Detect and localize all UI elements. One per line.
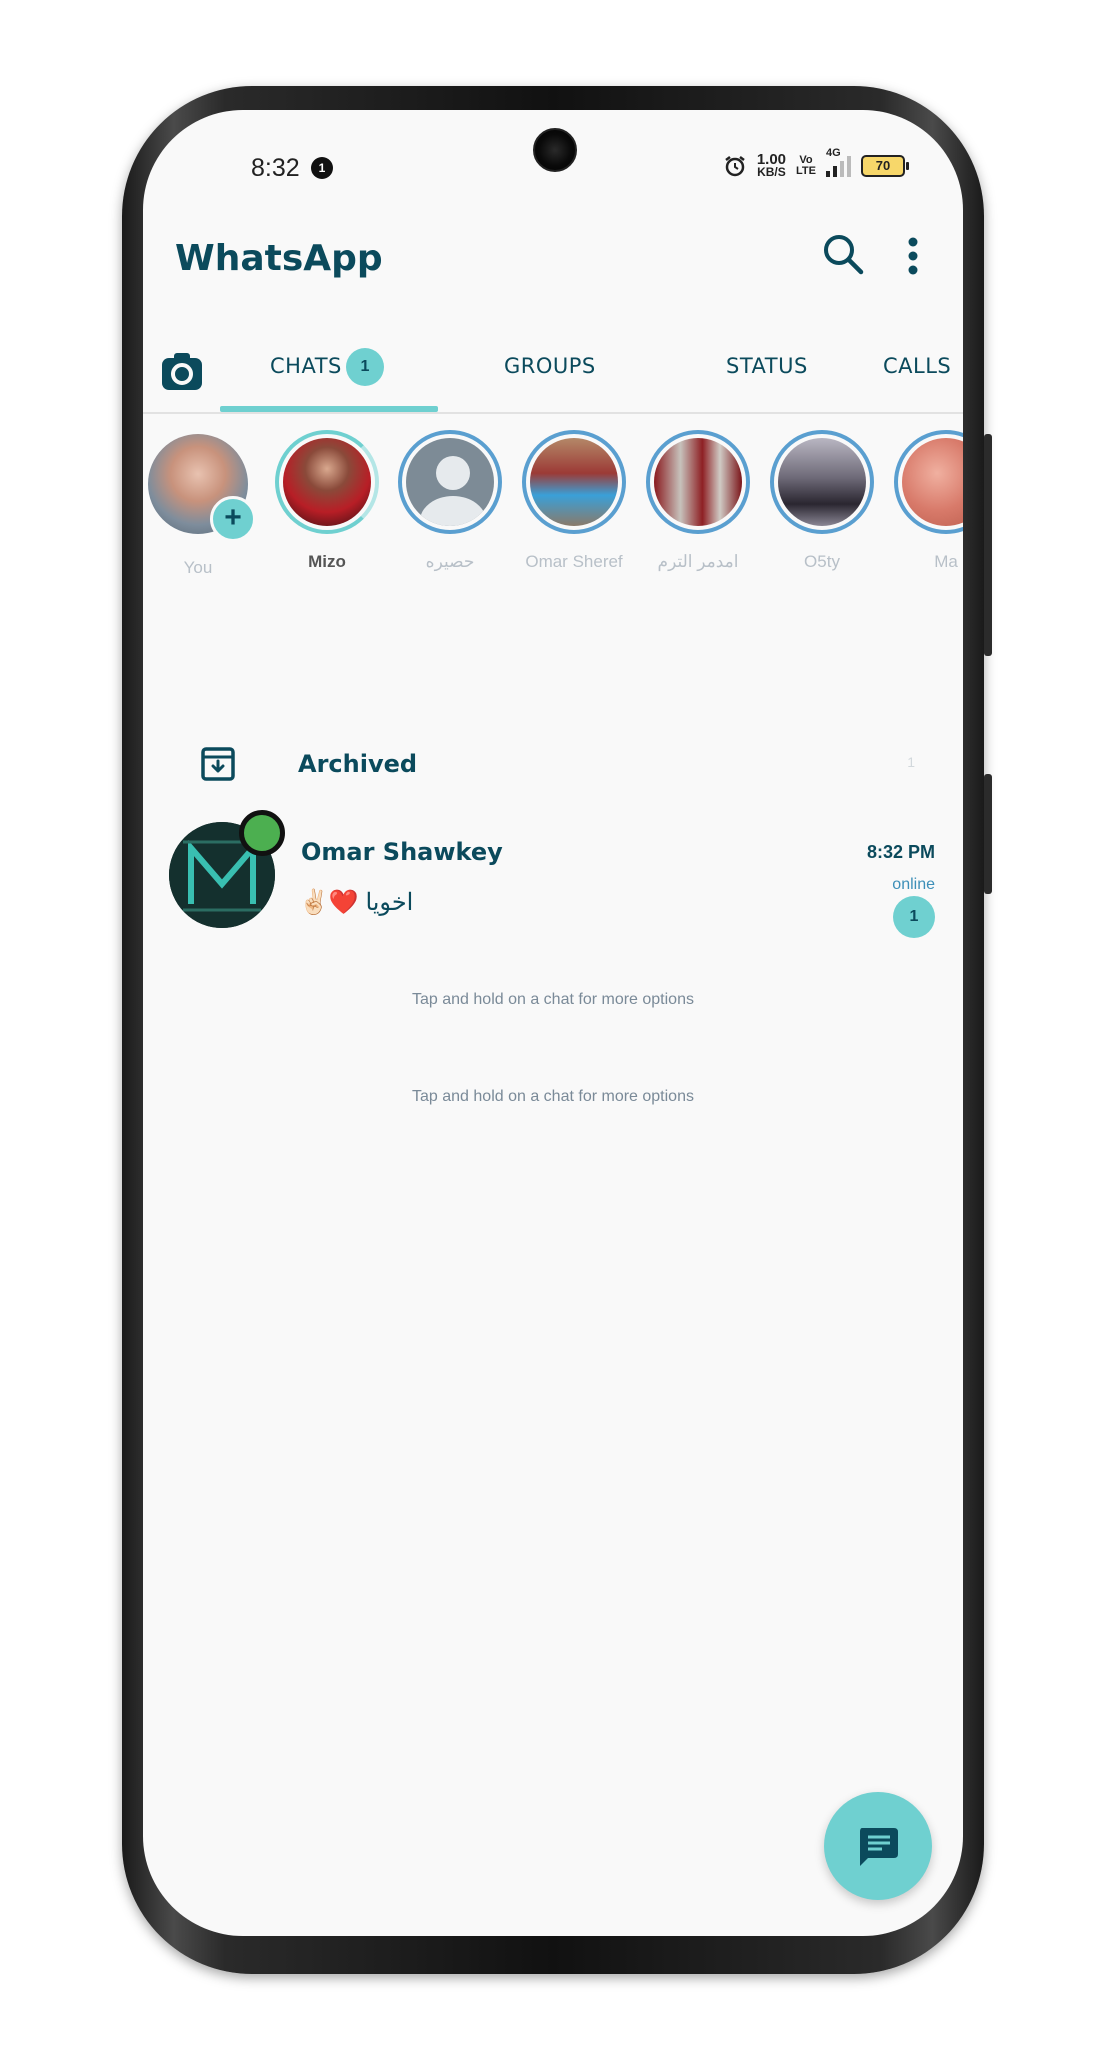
story-item[interactable]: امدمر الترم: [638, 430, 758, 572]
hint-text: Tap and hold on a chat for more options: [412, 1088, 694, 1105]
story-name: Omar Sheref: [525, 552, 623, 571]
my-avatar: +: [148, 434, 256, 542]
story-you[interactable]: + You: [143, 434, 258, 578]
status-bar: 8:32 1 1.00 KB/S Vo LTE 4G 70: [143, 110, 963, 230]
alarm-icon: [725, 156, 745, 177]
story-avatar: [902, 438, 963, 526]
archive-icon: [201, 747, 235, 781]
power-button: [984, 774, 992, 894]
default-avatar-icon: [406, 438, 494, 526]
message-icon: [860, 1828, 898, 1866]
status-stories: + You Mizo حصيره Omar Sheref امدمر الترم…: [143, 430, 963, 590]
story-ring: [770, 430, 874, 534]
chat-name: Omar Shawkey: [301, 838, 503, 866]
story-name: حصيره: [425, 552, 475, 571]
story-avatar: [283, 438, 371, 526]
network-type: 4G: [826, 147, 841, 159]
story-ring: [894, 430, 963, 534]
volte-indicator: Vo LTE: [796, 155, 816, 177]
chat-row[interactable]: Omar Shawkey ✌🏻❤️ اخويا 8:32 PM online 1: [143, 810, 963, 940]
archived-label: Archived: [298, 750, 418, 778]
tab-chats[interactable]: CHATS: [270, 354, 342, 378]
signal-group: 4G: [826, 147, 851, 177]
story-name: Mizo: [308, 552, 346, 571]
story-name: Ma: [934, 552, 958, 571]
story-avatar: [654, 438, 742, 526]
app-title: WhatsApp: [175, 238, 383, 279]
status-icons: 1.00 KB/S Vo LTE 4G 70: [723, 147, 909, 179]
story-item[interactable]: حصيره: [390, 430, 510, 572]
story-name: O5ty: [804, 552, 840, 571]
archived-count: 1: [907, 754, 915, 770]
chat-last-message: ✌🏻❤️ اخويا: [299, 889, 414, 916]
status-time: 8:32: [251, 154, 300, 182]
story-item[interactable]: Mizo: [267, 430, 387, 572]
story-ring: [398, 430, 502, 534]
online-indicator: [239, 810, 285, 856]
tab-bar: CHATS 1 GROUPS STATUS CALLS: [143, 332, 963, 414]
unread-badge: 1: [893, 896, 935, 938]
network-speed: 1.00 KB/S: [757, 152, 786, 179]
battery-icon: 70: [861, 155, 909, 177]
add-status-icon[interactable]: +: [210, 496, 256, 542]
hint-text: Tap and hold on a chat for more options: [412, 991, 694, 1008]
chats-unread-badge: 1: [346, 348, 384, 386]
story-item[interactable]: Ma: [886, 430, 963, 572]
story-ring: [275, 430, 379, 534]
new-chat-button[interactable]: [824, 1792, 932, 1900]
story-avatar: [778, 438, 866, 526]
story-ring: [522, 430, 626, 534]
speed-unit: KB/S: [757, 165, 786, 179]
story-name: امدمر الترم: [657, 552, 739, 571]
volte-bottom: LTE: [796, 165, 816, 177]
chat-time: 8:32 PM: [866, 842, 935, 862]
chat-status: online: [892, 876, 935, 893]
story-ring: [646, 430, 750, 534]
camera-icon[interactable]: [161, 350, 203, 392]
tab-groups[interactable]: GROUPS: [504, 354, 596, 378]
notification-badge: 1: [311, 157, 333, 179]
tab-calls[interactable]: CALLS: [883, 354, 951, 378]
archived-row[interactable]: Archived 1: [143, 740, 963, 800]
search-icon[interactable]: [819, 230, 867, 278]
tab-status[interactable]: STATUS: [726, 354, 808, 378]
story-avatar: [530, 438, 618, 526]
story-item[interactable]: Omar Sheref: [514, 430, 634, 572]
story-name: You: [183, 558, 213, 577]
volume-button: [984, 434, 992, 656]
story-item[interactable]: O5ty: [762, 430, 882, 572]
screen: 8:32 1 1.00 KB/S Vo LTE 4G 70 WhatsApp C…: [143, 110, 963, 1936]
more-vert-icon[interactable]: [901, 234, 925, 278]
active-tab-indicator: [220, 406, 438, 412]
